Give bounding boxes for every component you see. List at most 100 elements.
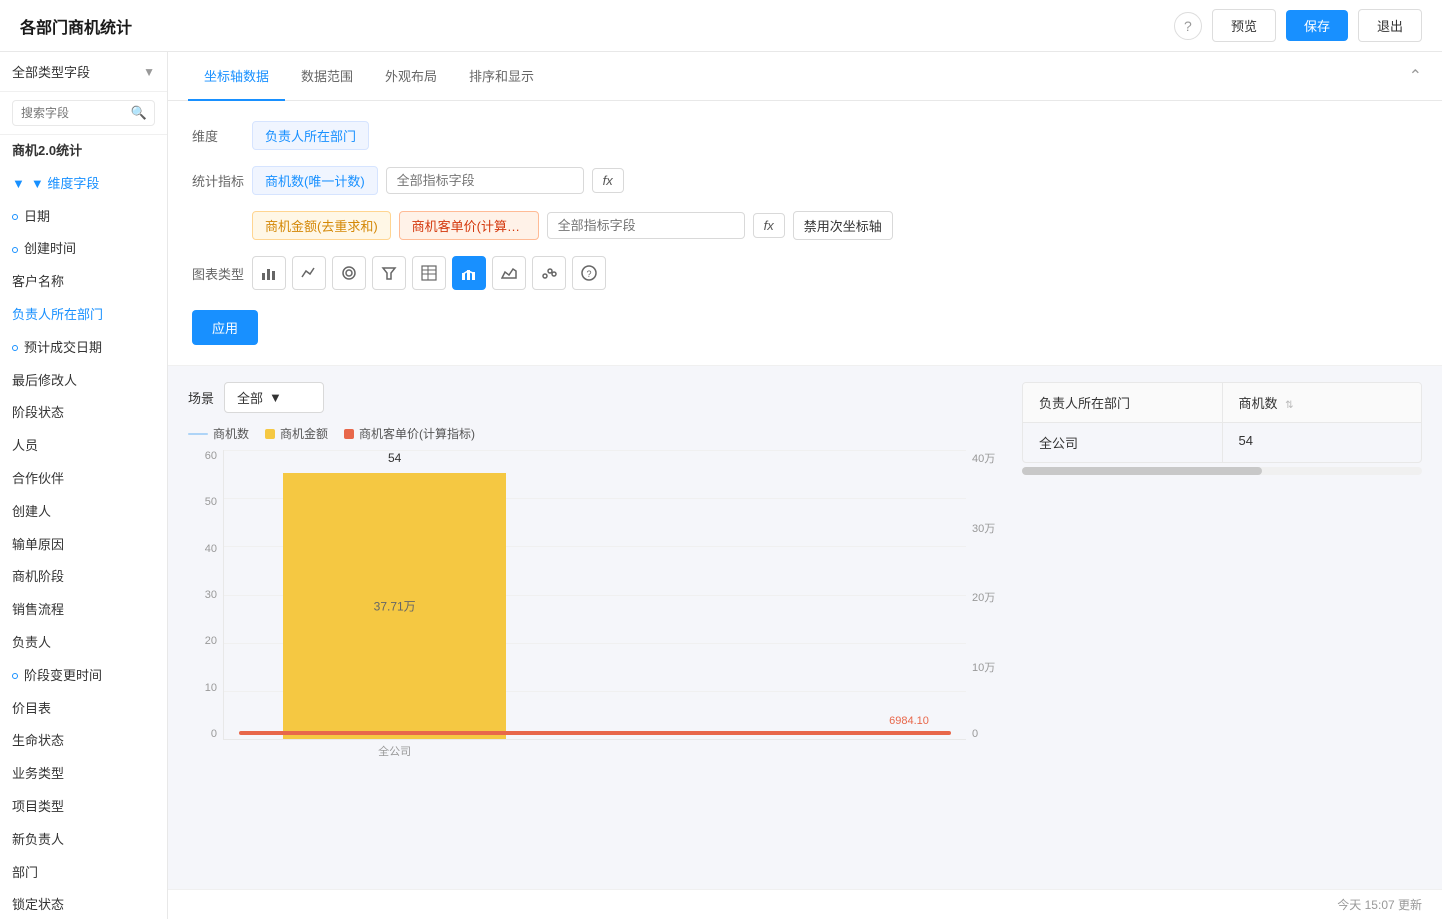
sidebar-item-creator[interactable]: 创建人 [0, 496, 167, 529]
bar-amount[interactable]: 37.71万 54 [283, 473, 506, 739]
header: 各部门商机统计 ? 预览 保存 退出 [0, 0, 1442, 52]
chart-type-row: 图表类型 [192, 256, 1418, 290]
bar-top-label: 54 [388, 451, 401, 465]
legend-item-unit-price: 商机客单价(计算指标) [344, 425, 475, 442]
dimension-row: 维度 负责人所在部门 [192, 121, 1418, 150]
chart-right: 负责人所在部门 商机数 ⇅ 全公司 54 [1022, 382, 1422, 873]
red-line [239, 731, 951, 735]
disable-secondary-axis-button[interactable]: 禁用次坐标轴 [793, 211, 893, 240]
scene-value: 全部 [237, 388, 263, 407]
dimension-label: 维度 [192, 126, 252, 145]
stats-controls2: 商机金额(去重求和) 商机客单价(计算指... fx 禁用次坐标轴 [252, 211, 893, 240]
tab-data-range[interactable]: 数据范围 [285, 52, 369, 101]
stats-row2: 商机金额(去重求和) 商机客单价(计算指... fx 禁用次坐标轴 [192, 211, 1418, 240]
th-count[interactable]: 商机数 ⇅ [1223, 383, 1422, 422]
chart-type-bar-button[interactable] [252, 256, 286, 290]
chart-type-funnel-button[interactable] [372, 256, 406, 290]
sidebar: 全部类型字段 ▼ 🔍 商机2.0统计 ▼ ▼ 维度字段 日期 创建时间 [0, 52, 168, 919]
sidebar-dimension-toggle[interactable]: ▼ ▼ 维度字段 [0, 168, 167, 201]
legend-dot-unitprice [344, 429, 354, 439]
sidebar-item-dept[interactable]: 部门 [0, 857, 167, 890]
x-label: 全公司 [283, 743, 506, 759]
sidebar-item-lock-status[interactable]: 锁定状态 [0, 889, 167, 919]
collapse-icon[interactable]: ⌃ [1409, 52, 1422, 100]
main-layout: 全部类型字段 ▼ 🔍 商机2.0统计 ▼ ▼ 维度字段 日期 创建时间 [0, 52, 1442, 919]
apply-button[interactable]: 应用 [192, 310, 258, 345]
sidebar-item-new-owner[interactable]: 新负责人 [0, 824, 167, 857]
page-title: 各部门商机统计 [20, 14, 132, 38]
stats-tag1[interactable]: 商机数(唯一计数) [252, 166, 378, 195]
chart-type-pie-button[interactable] [332, 256, 366, 290]
sidebar-item-expected-date[interactable]: 预计成交日期 [0, 332, 167, 365]
grid-line [224, 450, 966, 451]
tabs-list: 坐标轴数据 数据范围 外观布局 排序和显示 [188, 52, 550, 100]
y-axis-left: 60 50 40 30 20 10 0 [188, 450, 223, 740]
sidebar-item-partner[interactable]: 合作伙伴 [0, 463, 167, 496]
main-panel: 坐标轴数据 数据范围 外观布局 排序和显示 ⌃ 维度 负责人所在部门 统计指标 … [168, 52, 1442, 919]
stats-fx1-button[interactable]: fx [592, 168, 624, 193]
chart-type-label: 图表类型 [192, 264, 252, 283]
td-department: 全公司 [1023, 423, 1223, 462]
table-scroll [1022, 463, 1422, 475]
sidebar-item-project-type[interactable]: 项目类型 [0, 791, 167, 824]
tab-axis-data[interactable]: 坐标轴数据 [188, 52, 285, 101]
chart-type-scatter-button[interactable] [532, 256, 566, 290]
update-timestamp: 今天 15:07 更新 [1337, 896, 1422, 913]
stats-controls: 商机数(唯一计数) fx [252, 166, 624, 195]
sidebar-item-owner[interactable]: 负责人 [0, 627, 167, 660]
chart-type-line-button[interactable] [292, 256, 326, 290]
chart-type-help-button[interactable]: ? [572, 256, 606, 290]
sidebar-item-date[interactable]: 日期 [0, 201, 167, 234]
sidebar-item-loss-reason[interactable]: 输单原因 [0, 529, 167, 562]
header-actions: ? 预览 保存 退出 [1174, 9, 1422, 42]
stats-tag2[interactable]: 商机金额(去重求和) [252, 211, 391, 240]
stats-tag3[interactable]: 商机客单价(计算指... [399, 211, 539, 240]
legend-label-amount: 商机金额 [280, 425, 328, 442]
chart-type-area-button[interactable] [492, 256, 526, 290]
sidebar-item-opp-stage[interactable]: 商机阶段 [0, 561, 167, 594]
stats-field2[interactable] [547, 212, 745, 239]
sidebar-item-create-time[interactable]: 创建时间 [0, 233, 167, 266]
tab-appearance[interactable]: 外观布局 [369, 52, 453, 101]
preview-button[interactable]: 预览 [1212, 9, 1276, 42]
sidebar-filter[interactable]: 全部类型字段 ▼ [0, 52, 167, 92]
sidebar-item-person[interactable]: 人员 [0, 430, 167, 463]
chart-left: 场景 全部 ▼ 商机数 商机金额 [188, 382, 1006, 873]
sidebar-item-department[interactable]: 负责人所在部门 [0, 299, 167, 332]
stats-fx2-button[interactable]: fx [753, 213, 785, 238]
sidebar-item-biz-type[interactable]: 业务类型 [0, 758, 167, 791]
help-button[interactable]: ? [1174, 12, 1202, 40]
chart-plot: 37.71万 54 6984.10 全公司 [223, 450, 966, 740]
dot-icon [12, 214, 18, 220]
sidebar-item-stage-change-time[interactable]: 阶段变更时间 [0, 660, 167, 693]
dot-icon [12, 673, 18, 679]
tab-sort-display[interactable]: 排序和显示 [453, 52, 550, 101]
legend-line-count [188, 433, 208, 435]
sidebar-item-stage-status[interactable]: 阶段状态 [0, 397, 167, 430]
tabs: 坐标轴数据 数据范围 外观布局 排序和显示 ⌃ [168, 52, 1442, 101]
legend-label-count: 商机数 [213, 425, 249, 442]
scene-label: 场景 [188, 388, 214, 407]
sidebar-item-sales-flow[interactable]: 销售流程 [0, 594, 167, 627]
save-button[interactable]: 保存 [1286, 10, 1348, 41]
arrow-down-icon: ▼ [12, 174, 25, 195]
td-count: 54 [1223, 423, 1422, 462]
sidebar-item-last-modifier[interactable]: 最后修改人 [0, 365, 167, 398]
sidebar-item-lifecycle[interactable]: 生命状态 [0, 725, 167, 758]
scroll-bar[interactable] [1022, 467, 1422, 475]
dimension-tag[interactable]: 负责人所在部门 [252, 121, 369, 150]
exit-button[interactable]: 退出 [1358, 9, 1422, 42]
stats-field1[interactable] [386, 167, 584, 194]
chart-type-table-button[interactable] [412, 256, 446, 290]
chart-legend: 商机数 商机金额 商机客单价(计算指标) [188, 425, 1006, 442]
legend-dot-amount [265, 429, 275, 439]
sidebar-item-customer[interactable]: 客户名称 [0, 266, 167, 299]
chevron-down-icon: ▼ [143, 65, 155, 79]
chart-type-combo-button[interactable] [452, 256, 486, 290]
scene-select[interactable]: 全部 ▼ [224, 382, 324, 413]
chart-canvas: 60 50 40 30 20 10 0 40万 30万 20万 10万 [188, 450, 1006, 770]
config-area: 维度 负责人所在部门 统计指标 商机数(唯一计数) fx 商机金额(去重求和) [168, 101, 1442, 366]
sidebar-item-price-list[interactable]: 价目表 [0, 693, 167, 726]
chart-type-buttons: ? [252, 256, 606, 290]
scroll-thumb[interactable] [1022, 467, 1262, 475]
